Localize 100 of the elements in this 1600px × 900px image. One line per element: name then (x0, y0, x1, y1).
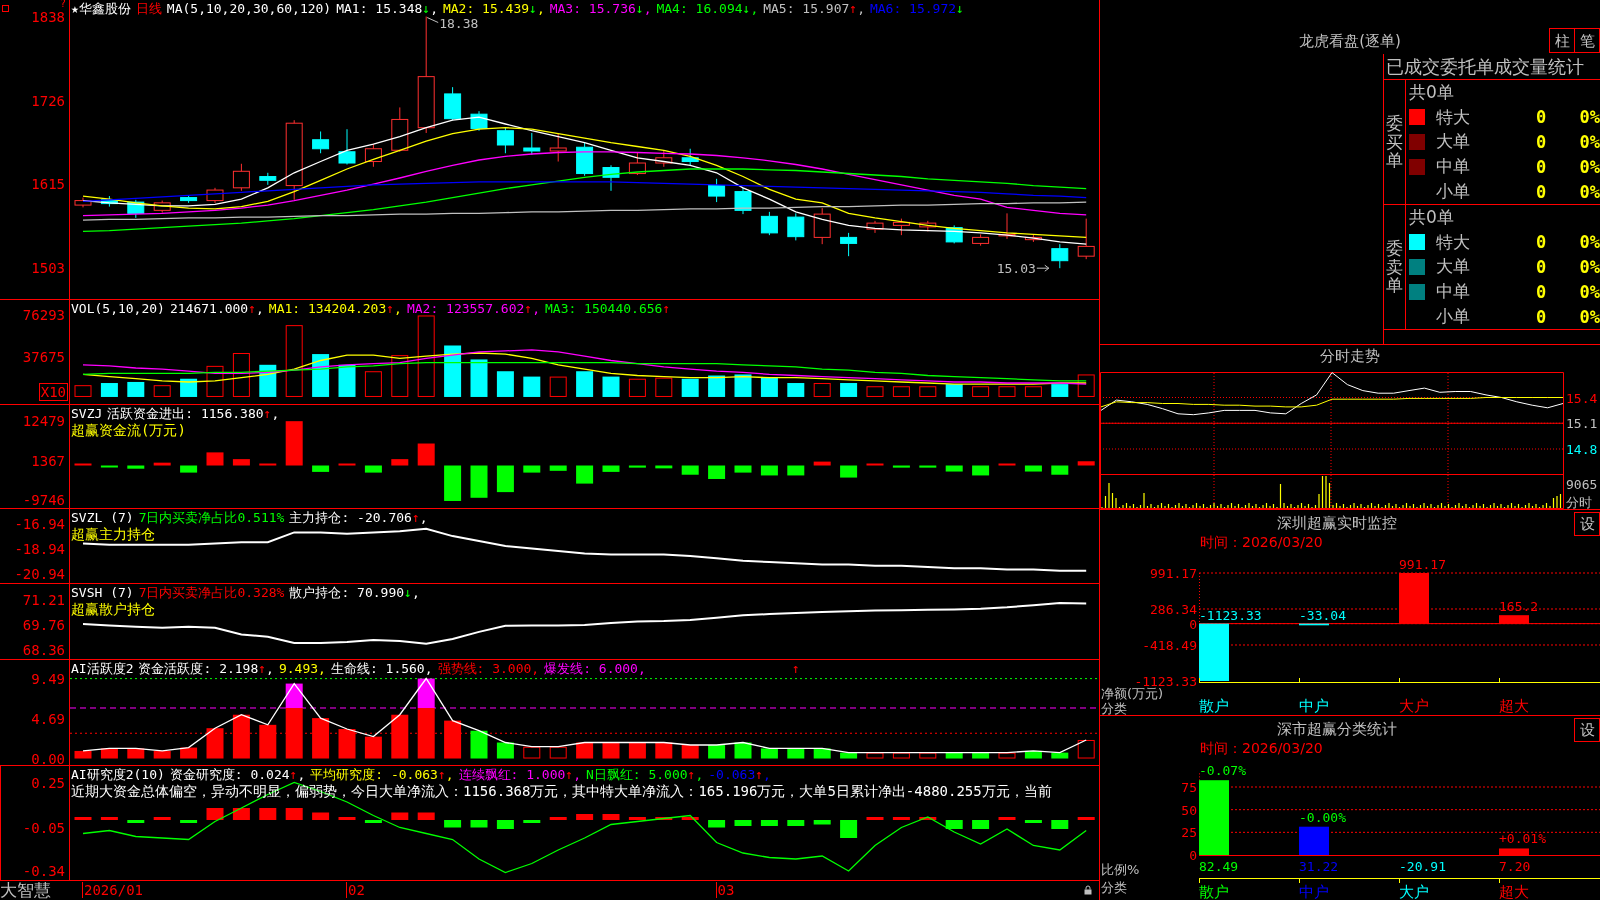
order-total: 共0单 (1409, 80, 1454, 104)
indicator-name: SVZL (7) (71, 510, 134, 525)
indicator-value: MA2: 123557.602↑, (406, 301, 540, 316)
candlestick (523, 132, 541, 156)
settings-button[interactable]: 设 (1574, 718, 1600, 742)
bar-value-label: -1123.33 (1199, 607, 1262, 623)
view-mode-button[interactable]: 柱 (1549, 28, 1575, 53)
period-label[interactable]: 日线 (135, 1, 162, 16)
y-axis-label: 991.17 (1150, 566, 1197, 581)
indicator-value: 9.493, (278, 661, 326, 676)
y-axis-label: -20.94 (14, 565, 65, 582)
order-count: 0 (1535, 156, 1547, 177)
y-axis-label: 1615 (31, 176, 65, 193)
indicator-value: MA1: 134204.203↑, (268, 301, 402, 316)
bar-value-label: 31.22 (1299, 859, 1339, 874)
indicator-value: 资金活跃度: 2.198↑, (138, 661, 274, 676)
indicator-value: MA3: 15.736↓, (549, 1, 652, 16)
chart-pane[interactable]: -16.94 -18.94 -20.94 SVZL (7) 7日内买卖净占比0.511% 主力持仓: -20.706↑, 超赢主力持仓 (0, 508, 1099, 583)
y-axis-label: 0 (1189, 848, 1197, 863)
category-label: 中户 (1299, 883, 1329, 900)
y-axis-label: 1838 (31, 8, 65, 25)
settings-button[interactable]: 设 (1574, 512, 1600, 536)
category-label: 大户 (1399, 883, 1429, 900)
order-percent: 0% (1579, 281, 1600, 302)
candlestick (602, 164, 620, 192)
change-label: +0.01% (1499, 831, 1546, 847)
indicator-value: MA3: 150440.656↑ (545, 301, 671, 316)
candlestick (444, 86, 462, 121)
indicator-value: 7日内买卖净占比0.328% (138, 585, 285, 600)
category-label: 超大 (1499, 697, 1529, 715)
y-axis-label: -418.49 (1142, 638, 1197, 653)
order-percent: 0% (1579, 257, 1600, 277)
indicator-value: N日飘红: 5.000↑, (586, 767, 704, 782)
y-axis-label: -1123.33 (1134, 674, 1197, 689)
chart-pane[interactable]: 76293 37675 X10 VOL(5,10,20) 214671.000↑, MA1: 134204.203↑, MA2: 123557.602↑, MA3: 150440.656↑ (0, 299, 1099, 404)
chart-pane[interactable]: 12479 1367 -9746 SVZJ 活跃资金进出: 1156.380↑, 超赢资金流(万元) (0, 404, 1099, 508)
y-axis-label: 75 (1181, 780, 1197, 795)
indicator-value: MA1: 15.348↓, (336, 1, 438, 16)
candlestick (364, 143, 382, 168)
low-price-callout: 15.03 (996, 261, 1050, 277)
candlestick (74, 197, 92, 208)
order-size-label: 小单 (1436, 306, 1470, 327)
y-axis-label: 68.36 (22, 642, 65, 659)
y-axis-label: 14.8 (1566, 442, 1598, 457)
indicator-value: 生命线: 1.560, (330, 661, 433, 676)
indicator-value: 资金研究度: 0.024↑, (169, 767, 306, 782)
panel-title: 深市超赢分类统计 (1277, 720, 1397, 738)
order-size-label: 中单 (1436, 156, 1470, 177)
y-axis-label: 286.34 (1150, 602, 1197, 617)
category-label: 大户 (1399, 697, 1429, 715)
indicator-value: 连续飘红: 1.000↑, (458, 767, 581, 782)
candlestick (998, 212, 1016, 240)
date-time-label: 时间：2026/03/20 (1200, 740, 1323, 756)
candlestick (787, 212, 805, 241)
candlestick (127, 199, 145, 219)
order-size-label: 特大 (1436, 106, 1470, 127)
high-price-callout: 18.38 (426, 15, 479, 31)
indicator-name: MA(5,10,20,30,60,120) (166, 1, 332, 16)
chart-pane[interactable]: 71.21 69.76 68.36 SVSH (7) 7日内买卖净占比0.328% 散户持仓: 70.990↓, 超赢散户持仓 (0, 583, 1099, 659)
indicator-value: 爆发线: 6.000, (544, 661, 646, 676)
y-axis-label: 15.1 (1566, 416, 1598, 432)
order-size-label: 中单 (1436, 281, 1470, 302)
group-label: 委卖单 (1386, 238, 1403, 296)
candlestick (655, 149, 673, 168)
order-count: 0 (1535, 107, 1547, 128)
indicator-name: SVZJ (71, 406, 103, 421)
bar-value-label: -20.91 (1399, 859, 1446, 874)
date-label: 02 (346, 882, 365, 898)
indicator-value: 主力持仓: -20.706↑, (289, 510, 428, 525)
change-label: -0.00% (1299, 809, 1346, 825)
order-percent: 0% (1579, 132, 1600, 152)
lock-icon[interactable] (1084, 885, 1092, 895)
category-label: 散户 (1199, 883, 1229, 900)
candlestick (813, 207, 831, 245)
indicator-name: AI研究度2(10) (71, 767, 165, 782)
unit-label: 分时 (1566, 495, 1592, 509)
candlestick (100, 195, 118, 208)
candlestick (919, 220, 937, 232)
candlestick (259, 172, 277, 186)
bar-column (1199, 623, 1229, 681)
candlestick (232, 163, 250, 192)
view-mode-button[interactable]: 笔 (1574, 28, 1600, 53)
y-axis-label: 0.25 (31, 774, 65, 791)
help-mark[interactable]: ? (59, 0, 66, 9)
candlestick (496, 127, 514, 154)
indicator-value: MA5: 15.907↑, (763, 1, 865, 16)
indicator-value: 214671.000↑, (169, 301, 264, 316)
bar-value-label: 82.49 (1199, 859, 1239, 874)
chart-pane[interactable]: 9.49 4.69 0.00 ↑ AI活跃度2 资金活跃度: 2.198↑, 9.493, 生命线: 1.560, 强势线: 3.000, 爆发线: 6.000, (0, 659, 1099, 765)
y-axis-label: -16.94 (14, 516, 65, 533)
unit-label: X10 (38, 383, 68, 401)
order-percent: 0% (1579, 232, 1600, 253)
candlestick (892, 218, 910, 236)
y-axis-label: 76293 (22, 307, 65, 324)
candlestick (338, 128, 356, 166)
candlestick (153, 200, 171, 214)
order-count: 0 (1535, 232, 1547, 253)
y-axis-label: 1503 (31, 260, 65, 277)
order-percent: 0% (1579, 107, 1600, 128)
candlestick (180, 194, 198, 204)
